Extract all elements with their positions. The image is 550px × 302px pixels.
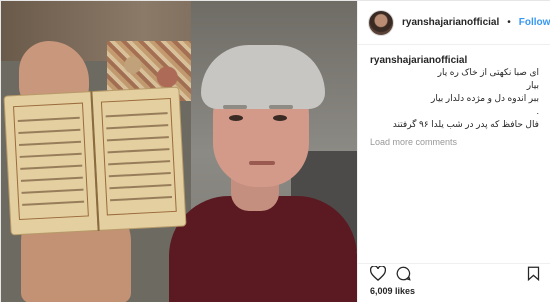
post-header: ryanshajarianofficial • Follow (358, 1, 550, 45)
photo-book (3, 86, 187, 236)
heart-icon[interactable] (370, 266, 386, 281)
separator-dot: • (507, 17, 511, 28)
photo-person-brow (223, 105, 247, 109)
avatar[interactable] (368, 9, 394, 36)
post-photo[interactable] (1, 1, 357, 302)
header-username[interactable]: ryanshajarianofficial (402, 17, 499, 28)
caption-username[interactable]: ryanshajarianofficial (370, 55, 539, 66)
book-page-left (3, 91, 99, 236)
likes-count[interactable]: 6,009 likes (370, 286, 415, 296)
caption-line: بیار (526, 80, 539, 90)
photo-person-brow (269, 105, 293, 109)
photo-person-shirt (169, 196, 357, 302)
photo-person-eye (229, 115, 243, 121)
caption-area: ryanshajarianofficial ای صبا نکهتی از خا… (358, 45, 550, 259)
instagram-post: ryanshajarianofficial • Follow ryanshaja… (0, 0, 550, 302)
caption-line: ببر اندوه دل و مژده دلدار بیار (430, 93, 539, 103)
comment-icon[interactable] (396, 266, 411, 281)
caption-line: فال حافظ که پدر در شب یلدا ۹۶ گرفتند (392, 119, 539, 129)
follow-button[interactable]: Follow (519, 17, 550, 28)
photo-person-mouth (249, 161, 275, 165)
load-more-comments-link[interactable]: Load more comments (370, 137, 539, 147)
bookmark-icon[interactable] (527, 266, 540, 281)
book-page-right (91, 86, 187, 231)
photo-person-eye (273, 115, 287, 121)
post-side-panel: ryanshajarianofficial • Follow ryanshaja… (357, 1, 550, 302)
caption-line: . (536, 106, 539, 116)
photo-person-hair (201, 45, 325, 109)
caption-line: ای صبا نکهتی از خاک ره یار (437, 67, 539, 77)
action-bar (358, 263, 550, 283)
